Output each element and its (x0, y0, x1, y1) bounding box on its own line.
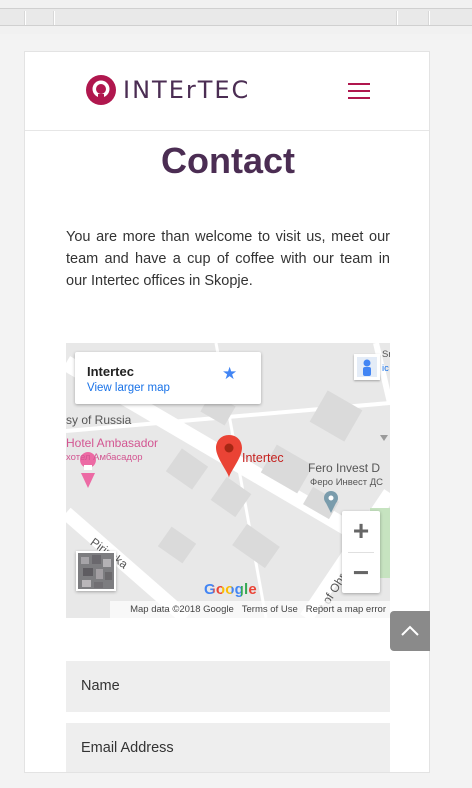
map-label-corner-2: ic (382, 363, 389, 374)
map-label-fero-cyr: Феро Инвест ДС (310, 477, 384, 488)
zoom-out-button[interactable]: − (342, 553, 380, 593)
intro-text: You are more than welcome to visit us, m… (66, 229, 390, 289)
name-field[interactable]: Name (66, 661, 390, 712)
site-header: INTErTEC (25, 52, 429, 131)
map-label-hotel-cyr: хотел Амбасадор (66, 452, 143, 463)
ruler-tick (396, 11, 398, 25)
logo[interactable]: INTErTEC (85, 74, 250, 106)
back-to-top-button[interactable] (390, 611, 430, 651)
map-info-card: Intertec View larger map ★ (75, 352, 261, 404)
save-star-icon[interactable]: ★ (222, 364, 237, 384)
satellite-toggle-thumbnail[interactable] (76, 551, 116, 591)
ruler-tick (53, 11, 55, 25)
street-view-pegman-icon[interactable] (354, 354, 380, 380)
map-data-text: Map data ©2018 Google (130, 604, 234, 615)
ruler-tick (428, 11, 430, 25)
ruler-bar (0, 8, 472, 26)
map-label-corner: Sna (382, 349, 390, 360)
map-label-hotel: Hotel Ambasador (66, 436, 159, 450)
map-label-russia: sy of Russia (66, 413, 132, 427)
page-card: INTErTEC Contact You are more than welco… (24, 51, 430, 773)
google-map[interactable]: Intertec View larger map ★ sy of Russia … (66, 343, 390, 618)
terms-of-use-link[interactable]: Terms of Use (242, 604, 298, 615)
map-zoom-control: + − (342, 511, 380, 593)
map-attribution: Map data ©2018 Google Terms of Use Repor… (110, 601, 390, 618)
ruler-tick (24, 11, 26, 25)
map-marker-label: Intertec (242, 451, 284, 465)
map-label-fero: Fero Invest D (308, 461, 381, 475)
google-logo: Google (204, 581, 257, 598)
view-larger-map-link[interactable]: View larger map (87, 382, 170, 394)
zoom-in-button[interactable]: + (342, 511, 380, 551)
page-title: Contact (161, 140, 295, 181)
google-logo-text: Google (204, 581, 257, 598)
logo-text: INTErTEC (123, 76, 251, 104)
browser-top-strip (0, 0, 472, 34)
logo-mark-icon (86, 75, 116, 105)
chevron-up-icon (401, 625, 419, 636)
report-map-error-link[interactable]: Report a map error (306, 604, 386, 615)
map-place-title: Intertec (87, 364, 134, 379)
email-field[interactable]: Email Address (66, 723, 390, 772)
menu-icon[interactable] (348, 83, 370, 99)
